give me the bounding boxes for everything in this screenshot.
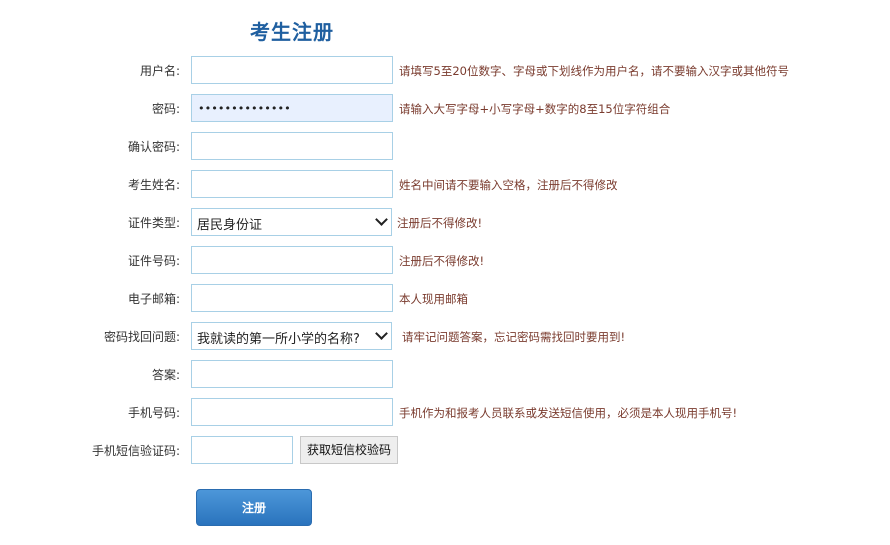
id-type-row: 证件类型: 居民身份证 注册后不得修改! (0, 208, 890, 236)
password-row: 密码: 请输入大写字母+小写字母+数字的8至15位字符组合 (0, 94, 890, 122)
id-type-hint: 注册后不得修改! (397, 216, 483, 230)
id-number-label: 证件号码: (127, 254, 180, 268)
security-question-select[interactable]: 我就读的第一所小学的名称? (191, 322, 392, 350)
name-row: 考生姓名: 姓名中间请不要输入空格，注册后不得修改 (0, 170, 890, 198)
chevron-down-icon (375, 213, 388, 226)
id-type-selected: 居民身份证 (197, 218, 263, 233)
username-label: 用户名: (139, 64, 180, 78)
answer-row: 答案: (0, 360, 890, 388)
phone-input[interactable] (191, 398, 393, 426)
registration-page: 考生注册 用户名: 请填写5至20位数字、字母或下划线作为用户名，请不要输入汉字… (0, 0, 890, 545)
password-hint: 请输入大写字母+小写字母+数字的8至15位字符组合 (399, 102, 671, 116)
password-label: 密码: (151, 102, 180, 116)
sms-code-input[interactable] (191, 436, 293, 464)
sms-code-row: 手机短信验证码: 获取短信校验码 (0, 436, 890, 464)
confirm-password-input[interactable] (191, 132, 393, 160)
email-row: 电子邮箱: 本人现用邮箱 (0, 284, 890, 312)
email-input[interactable] (191, 284, 393, 312)
username-input[interactable] (191, 56, 393, 84)
password-input[interactable] (191, 94, 393, 122)
security-question-selected: 我就读的第一所小学的名称? (197, 332, 360, 347)
chevron-down-icon (375, 327, 388, 340)
id-type-label: 证件类型: (127, 216, 180, 230)
page-title: 考生注册 (250, 20, 334, 44)
security-question-hint: 请牢记问题答案，忘记密码需找回时要用到! (402, 330, 626, 344)
sms-code-label: 手机短信验证码: (91, 444, 180, 458)
email-label: 电子邮箱: (127, 292, 180, 306)
id-number-input[interactable] (191, 246, 393, 274)
username-hint: 请填写5至20位数字、字母或下划线作为用户名，请不要输入汉字或其他符号 (399, 64, 789, 78)
get-sms-code-button[interactable]: 获取短信校验码 (300, 436, 398, 464)
answer-label: 答案: (151, 368, 180, 382)
confirm-password-row: 确认密码: (0, 132, 890, 160)
email-hint: 本人现用邮箱 (399, 292, 468, 306)
name-hint: 姓名中间请不要输入空格，注册后不得修改 (399, 178, 618, 192)
confirm-password-label: 确认密码: (127, 140, 180, 154)
security-question-row: 密码找回问题: 我就读的第一所小学的名称? 请牢记问题答案，忘记密码需找回时要用… (0, 322, 890, 350)
id-number-row: 证件号码: 注册后不得修改! (0, 246, 890, 274)
id-number-hint: 注册后不得修改! (399, 254, 485, 268)
username-row: 用户名: 请填写5至20位数字、字母或下划线作为用户名，请不要输入汉字或其他符号 (0, 56, 890, 84)
name-label: 考生姓名: (127, 178, 180, 192)
phone-hint: 手机作为和报考人员联系或发送短信使用，必须是本人现用手机号! (399, 406, 738, 420)
name-input[interactable] (191, 170, 393, 198)
answer-input[interactable] (191, 360, 393, 388)
phone-label: 手机号码: (127, 406, 180, 420)
register-button[interactable]: 注册 (196, 489, 312, 526)
id-type-select[interactable]: 居民身份证 (191, 208, 392, 236)
phone-row: 手机号码: 手机作为和报考人员联系或发送短信使用，必须是本人现用手机号! (0, 398, 890, 426)
security-question-label: 密码找回问题: (103, 330, 180, 344)
